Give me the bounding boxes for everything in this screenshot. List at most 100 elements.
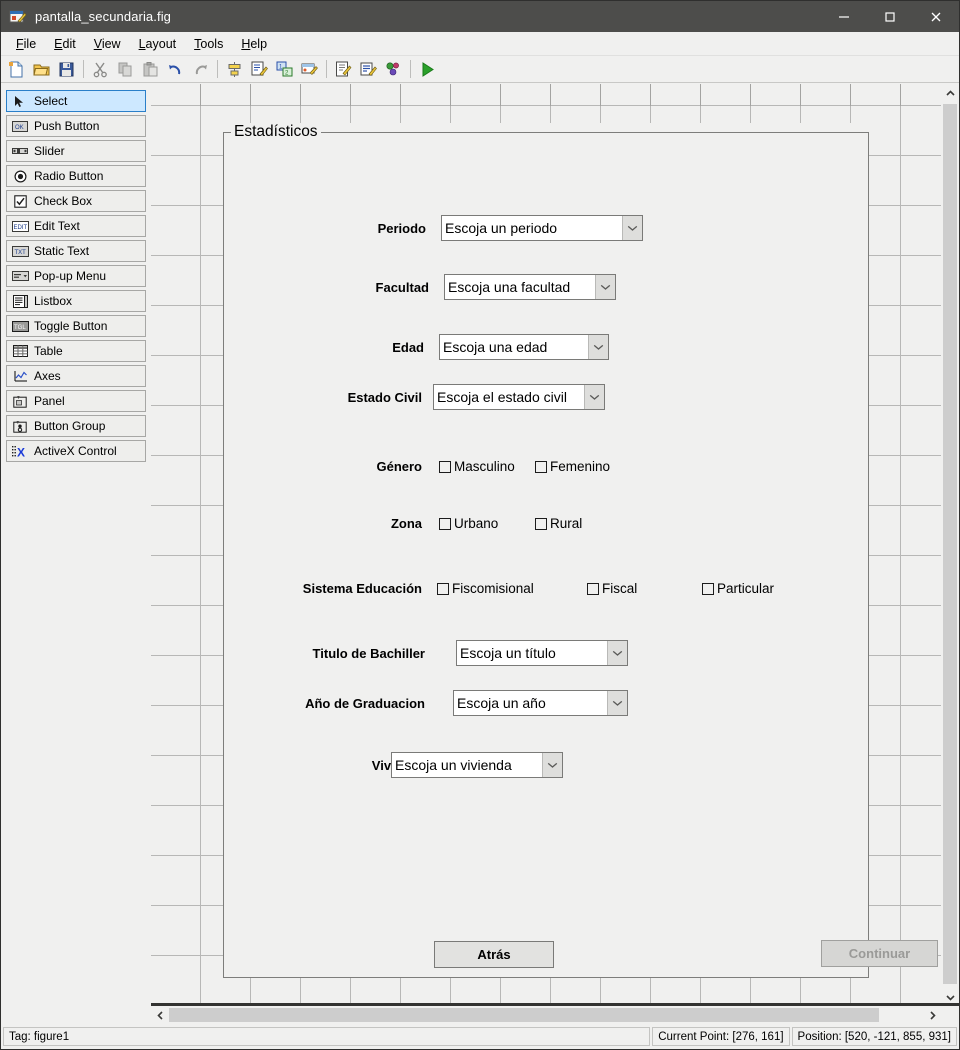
copy-icon[interactable] [113,57,138,81]
menu-edit[interactable]: Edit [45,34,85,54]
palette-item-push-button[interactable]: OK Push Button [6,115,146,137]
run-icon[interactable] [415,57,440,81]
checkbox-masculino[interactable]: Masculino [439,459,535,474]
field-row-periodo: Periodo Escoja un periodo [223,215,643,241]
scroll-left-button[interactable] [151,1006,169,1024]
palette-item-slider[interactable]: Slider [6,140,146,162]
new-figure-icon[interactable] [4,57,29,81]
palette-item-select[interactable]: Select [6,90,146,112]
checkbox-femenino[interactable]: Femenino [535,459,610,474]
palette-item-label: Push Button [34,119,100,133]
back-button[interactable]: Atrás [434,941,554,968]
scroll-right-button[interactable] [923,1006,941,1024]
palette-item-activex-control[interactable]: X ActiveX Control [6,440,146,462]
palette-item-panel[interactable]: T Panel [6,390,146,412]
checkbox-label: Urbano [454,516,499,531]
continue-button[interactable]: Continuar [821,940,938,967]
uipanel-estadisticos[interactable]: Estadísticos Periodo Escoja un periodo F… [223,123,938,978]
panel-border [223,132,869,978]
dropdown-periodo[interactable]: Escoja un periodo [440,215,643,241]
window-title: pantalla_secundaria.fig [35,9,172,24]
menu-help[interactable]: Help [232,34,276,54]
open-figure-icon[interactable] [29,57,54,81]
static-text-icon: TXT [11,244,29,259]
vertical-scrollbar-thumb[interactable] [943,104,957,984]
status-position: Position: [520, -121, 855, 931] [791,1027,957,1046]
axes-icon [11,369,29,384]
dropdown-estado-civil[interactable]: Escoja el estado civil [433,384,605,410]
checkbox-fiscal[interactable]: Fiscal [587,581,702,596]
close-button[interactable] [913,1,959,32]
menu-tools[interactable]: Tools [185,34,232,54]
palette-item-static-text[interactable]: TXT Static Text [6,240,146,262]
canvas-vertical-scrollbar[interactable] [941,84,959,1006]
figure-canvas[interactable]: Estadísticos Periodo Escoja un periodo F… [151,84,959,1024]
toolbar-editor-icon[interactable] [297,57,322,81]
palette-item-radio-button[interactable]: Radio Button [6,165,146,187]
scroll-up-button[interactable] [941,84,959,102]
title-bar: pantalla_secundaria.fig [1,1,959,32]
palette-item-label: Slider [34,144,65,158]
back-button-label: Atrás [477,947,511,962]
dropdown-titulo-bachiller[interactable]: Escoja un título [456,640,628,666]
maximize-button[interactable] [867,1,913,32]
checkbox-particular[interactable]: Particular [702,581,774,596]
palette-item-axes[interactable]: Axes [6,365,146,387]
svg-text:T: T [17,420,20,425]
menu-view[interactable]: View [85,34,130,54]
dropdown-periodo-value: Escoja un periodo [441,216,622,240]
menu-file[interactable]: File [7,34,45,54]
paste-icon[interactable] [138,57,163,81]
cut-icon[interactable] [88,57,113,81]
palette-item-label: ActiveX Control [34,444,117,458]
label-estado-civil: Estado Civil [347,389,422,405]
continue-button-label: Continuar [848,946,911,961]
save-figure-icon[interactable] [54,57,79,81]
minimize-button[interactable] [821,1,867,32]
palette-item-toggle-button[interactable]: TGL Toggle Button [6,315,146,337]
checkbox-box-icon [439,460,451,473]
field-row-sistema-educacion: Sistema Educación Fiscomisional Fiscal P… [223,581,843,596]
checkbox-box-icon [535,517,547,530]
menu-layout[interactable]: Layout [130,34,186,54]
m-file-editor-icon[interactable] [331,57,356,81]
checkbox-fiscomisional[interactable]: Fiscomisional [437,581,587,596]
menu-editor-icon[interactable] [247,57,272,81]
push-button-icon: OK [11,119,29,134]
popup-menu-icon [11,269,29,284]
tab-order-editor-icon[interactable]: 1 2 [272,57,297,81]
palette-item-button-group[interactable]: T Button Group [6,415,146,437]
undo-icon[interactable] [163,57,188,81]
palette-item-check-box[interactable]: Check Box [6,190,146,212]
field-row-zona: Zona Urbano Rural [223,516,783,531]
palette-item-table[interactable]: Table [6,340,146,362]
redo-icon[interactable] [188,57,213,81]
palette-item-edit-text[interactable]: EDIT Edit Text [6,215,146,237]
dropdown-ano-graduacion-value: Escoja un año [454,691,607,715]
dropdown-facultad[interactable]: Escoja una facultad [444,274,616,300]
canvas-horizontal-scrollbar[interactable] [151,1006,959,1024]
dropdown-vivienda[interactable]: Escoja un vivienda [391,752,563,778]
checkbox-label: Masculino [454,459,515,474]
checkbox-rural[interactable]: Rural [535,516,582,531]
toolbar-separator-4 [410,60,411,78]
checkbox-label: Particular [717,581,775,596]
label-titulo-bachiller: Titulo de Bachiller [312,645,425,661]
palette-item-popup-menu[interactable]: Pop-up Menu [6,265,146,287]
field-row-facultad: Facultad Escoja una facultad [223,274,643,300]
checkbox-urbano[interactable]: Urbano [439,516,535,531]
property-inspector-icon[interactable] [356,57,381,81]
align-objects-icon[interactable] [222,57,247,81]
radio-button-icon [11,169,29,184]
svg-text:T: T [17,395,20,400]
window-controls [821,1,959,32]
dropdown-ano-graduacion[interactable]: Escoja un año [453,690,628,716]
horizontal-scrollbar-thumb[interactable] [169,1008,879,1022]
object-browser-icon[interactable] [381,57,406,81]
chevron-down-icon [622,216,642,240]
tool-bar: 1 2 [1,56,959,83]
chevron-down-icon [607,691,627,715]
label-sistema-educacion: Sistema Educación [302,581,422,596]
dropdown-edad[interactable]: Escoja una edad [439,334,609,360]
palette-item-listbox[interactable]: Listbox [6,290,146,312]
